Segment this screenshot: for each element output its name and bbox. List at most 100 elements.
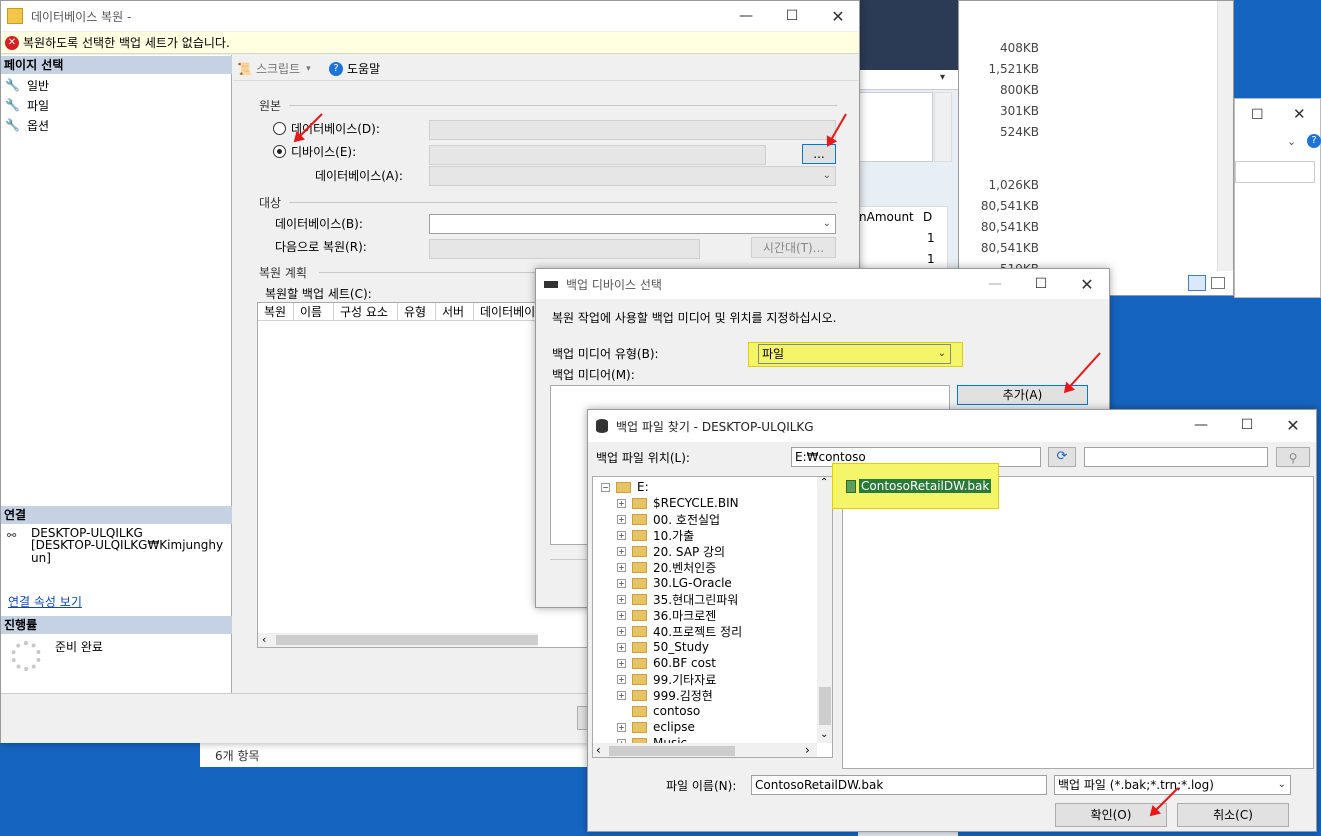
folder-icon: [632, 721, 647, 733]
chevron-up-icon[interactable]: ⌃: [820, 477, 828, 488]
chevron-down-icon[interactable]: ⌄: [820, 729, 828, 740]
device-database-select[interactable]: ⌄: [429, 166, 836, 186]
minimize-icon[interactable]: —: [972, 269, 1018, 299]
vertical-scrollbar[interactable]: ⌃ ⌄: [817, 477, 832, 743]
tree-item[interactable]: +60.BF cost: [617, 655, 742, 671]
grid-column-header[interactable]: 데이터베이스: [474, 303, 538, 321]
expand-icon[interactable]: +: [617, 722, 626, 732]
tree-item[interactable]: + $RECYCLE.BIN: [617, 495, 742, 511]
page-item-files[interactable]: 🔧 파일: [1, 95, 232, 115]
tree-label: 35.현대그린파워: [653, 592, 739, 607]
size-cell: 80,541KB: [980, 241, 1039, 255]
chevron-left-icon[interactable]: ‹: [596, 743, 601, 757]
source-database-select[interactable]: [429, 120, 836, 140]
chevron-right-icon[interactable]: ›: [805, 743, 810, 757]
expand-icon[interactable]: +: [617, 514, 626, 524]
expand-icon[interactable]: +: [617, 578, 626, 588]
grid-column-header[interactable]: 구성 요소: [334, 303, 398, 321]
grid-column-header[interactable]: 복원: [258, 303, 294, 321]
thumbnail-view-icon[interactable]: [1211, 277, 1225, 289]
media-type-select[interactable]: 파일 ⌄: [758, 344, 951, 364]
horizontal-scrollbar[interactable]: ‹: [258, 633, 538, 647]
grid-column-header[interactable]: 서버: [436, 303, 474, 321]
page-item-options[interactable]: 🔧 옵션: [1, 115, 232, 135]
expand-icon[interactable]: +: [617, 674, 626, 684]
maximize-icon[interactable]: ☐: [1251, 107, 1264, 123]
close-icon[interactable]: ✕: [1270, 410, 1316, 440]
close-icon[interactable]: ✕: [815, 1, 861, 31]
expand-icon[interactable]: +: [617, 530, 626, 540]
device-path-field[interactable]: [429, 145, 766, 165]
scrollbar[interactable]: [934, 92, 952, 162]
tree-item[interactable]: +35.현대그린파워: [617, 591, 742, 607]
timeline-button[interactable]: 시간대(T)...: [751, 237, 836, 258]
expand-icon[interactable]: +: [617, 546, 626, 556]
maximize-icon[interactable]: ☐: [1224, 410, 1270, 440]
expand-icon[interactable]: +: [617, 642, 626, 652]
expand-icon[interactable]: +: [617, 658, 626, 668]
target-database-select[interactable]: ⌄: [429, 214, 836, 234]
maximize-icon[interactable]: ☐: [1018, 269, 1064, 299]
chevron-left-icon[interactable]: ‹: [262, 633, 266, 646]
close-icon[interactable]: ✕: [1293, 105, 1306, 123]
page-item-general[interactable]: 🔧 일반: [1, 75, 232, 95]
toolbar: 📜 스크립트 ▾ ? 도움말: [233, 55, 859, 81]
restore-to-field[interactable]: [429, 239, 700, 259]
grid-column-header[interactable]: 이름: [294, 303, 334, 321]
table-header: D: [923, 210, 933, 224]
details-view-icon[interactable]: [1188, 275, 1206, 291]
search-input[interactable]: [1084, 447, 1268, 467]
grid-column-header[interactable]: 유형: [398, 303, 436, 321]
script-icon: 📜: [237, 61, 252, 76]
expand-icon[interactable]: +: [617, 594, 626, 604]
chevron-down-icon[interactable]: ▾: [306, 64, 311, 74]
view-connection-link[interactable]: 연결 속성 보기: [8, 593, 82, 610]
tree-item[interactable]: +99.기타자료: [617, 671, 742, 687]
folder-icon: [632, 609, 647, 621]
folder-icon: [632, 577, 647, 589]
tree-item[interactable]: +36.마크로젠: [617, 607, 742, 623]
minimize-icon[interactable]: —: [723, 1, 769, 31]
refresh-button[interactable]: ⟳: [1048, 447, 1076, 467]
search-field[interactable]: [1235, 161, 1315, 183]
file-item[interactable]: ContosoRetailDW.bak: [846, 479, 992, 493]
scrollbar[interactable]: [1217, 1, 1233, 271]
tree-root[interactable]: − E:: [601, 479, 742, 495]
collapse-icon[interactable]: −: [601, 482, 610, 492]
tree-item[interactable]: contoso: [617, 703, 742, 719]
expand-icon[interactable]: +: [617, 498, 626, 508]
folder-tree[interactable]: − E: + $RECYCLE.BIN +00. 호전실업 +10.가출 +20. …: [592, 476, 833, 758]
tree-item[interactable]: +10.가출: [617, 527, 742, 543]
chevron-down-icon[interactable]: ⌄: [1287, 135, 1296, 148]
expand-icon[interactable]: +: [617, 626, 626, 636]
size-cell: 1,026KB: [988, 178, 1039, 192]
horizontal-scrollbar[interactable]: ‹ ›: [593, 743, 817, 757]
tree-item[interactable]: +30.LG-Oracle: [617, 575, 742, 591]
help-icon[interactable]: ?: [1307, 134, 1321, 148]
cancel-button[interactable]: 취소(C): [1177, 803, 1289, 827]
chevron-down-icon[interactable]: ▾: [940, 72, 945, 83]
help-label: 도움말: [347, 62, 381, 76]
help-icon: ?: [329, 61, 343, 76]
expand-icon[interactable]: +: [617, 562, 626, 572]
search-button[interactable]: ⚲: [1276, 447, 1310, 467]
close-icon[interactable]: ✕: [1064, 269, 1110, 299]
script-button[interactable]: 📜 스크립트 ▾: [237, 60, 311, 77]
tree-item[interactable]: +20. SAP 강의: [617, 543, 742, 559]
minimize-icon[interactable]: —: [1178, 410, 1224, 440]
maximize-icon[interactable]: ☐: [769, 1, 815, 31]
file-name-input[interactable]: ContosoRetailDW.bak: [751, 775, 1047, 795]
tree-item[interactable]: + eclipse: [617, 719, 742, 735]
expand-icon[interactable]: +: [617, 690, 626, 700]
tree-item[interactable]: +20.벤처인증: [617, 559, 742, 575]
tree-item[interactable]: +00. 호전실업: [617, 511, 742, 527]
tree-item[interactable]: +40.프로젝트 정리: [617, 623, 742, 639]
radio-device[interactable]: [273, 145, 286, 158]
tree-item[interactable]: +999.김정현: [617, 687, 742, 703]
expand-icon[interactable]: +: [617, 610, 626, 620]
table-cell: 1: [927, 252, 935, 266]
help-button[interactable]: ? 도움말: [329, 60, 380, 77]
file-list[interactable]: [842, 476, 1314, 769]
radio-database[interactable]: [273, 122, 286, 135]
tree-item[interactable]: +50_Study: [617, 639, 742, 655]
